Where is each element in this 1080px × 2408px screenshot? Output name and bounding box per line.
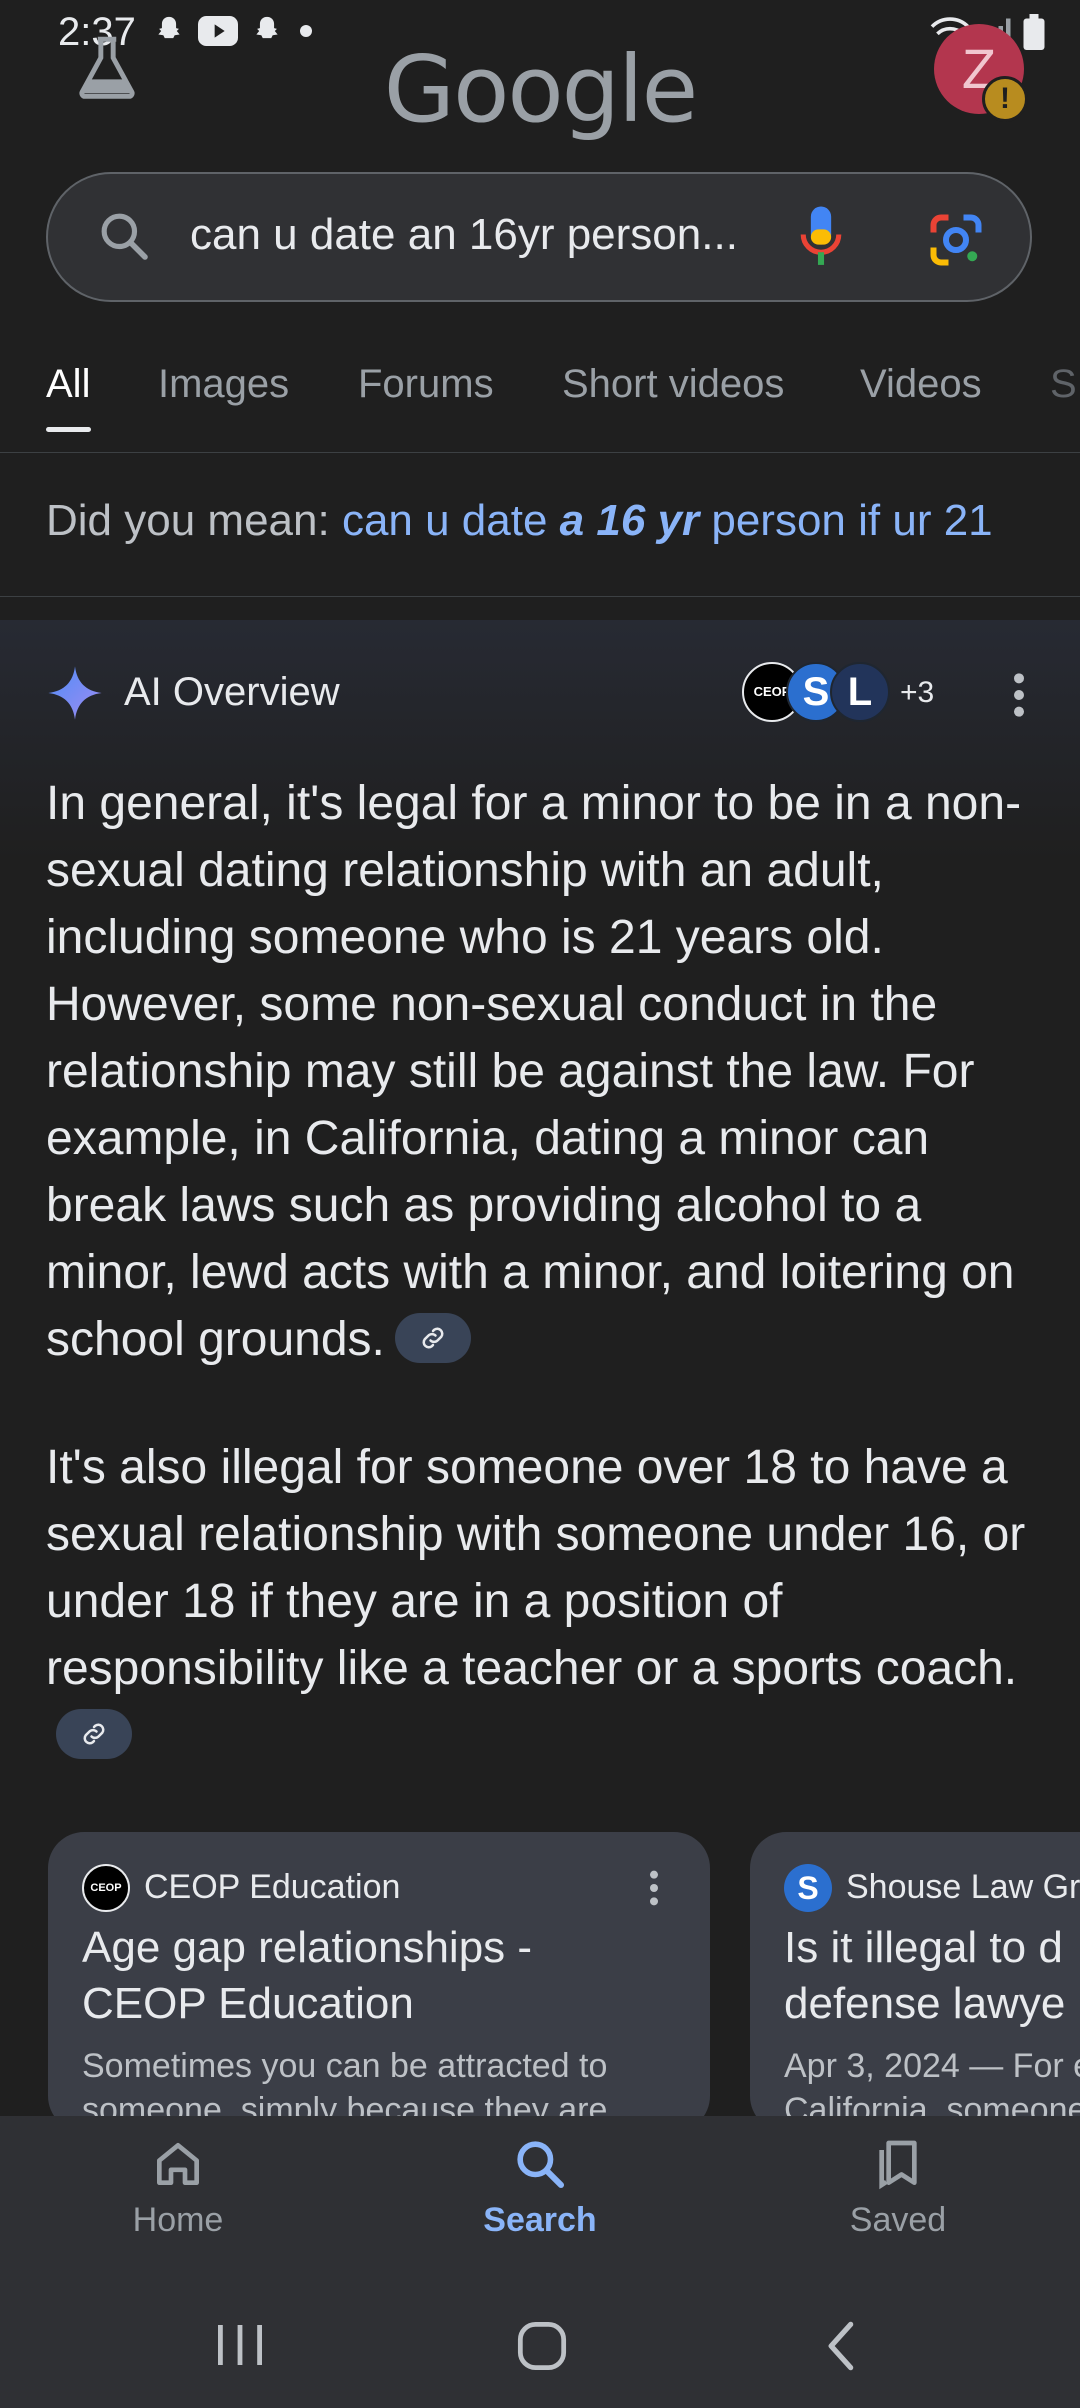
did-you-mean-prefix: Did you mean: xyxy=(46,496,342,545)
search-tabs: All Images Forums Short videos Videos S xyxy=(0,362,1080,453)
recent-apps-icon[interactable] xyxy=(214,2320,266,2375)
tab-videos[interactable]: Videos xyxy=(860,362,982,407)
tab-more[interactable]: S xyxy=(1050,362,1077,407)
nav-saved[interactable]: Saved xyxy=(798,2136,998,2240)
back-icon[interactable] xyxy=(822,2320,862,2377)
microphone-icon[interactable] xyxy=(794,204,848,275)
ai-sparkle-icon xyxy=(46,664,104,727)
card-source-name: Shouse Law Gro xyxy=(846,1868,1080,1906)
ai-overview-paragraph: In general, it's legal for a minor to be… xyxy=(46,777,1022,1366)
card-title: Is it illegal to d defense lawye xyxy=(784,1923,1066,2028)
nav-home[interactable]: Home xyxy=(78,2136,278,2240)
card-source-name: CEOP Education xyxy=(144,1868,401,1906)
google-logo[interactable]: Google xyxy=(0,36,1080,143)
search-input[interactable]: can u date an 16yr person... xyxy=(190,210,738,260)
tab-images[interactable]: Images xyxy=(158,362,289,407)
card-more-icon[interactable] xyxy=(644,1868,664,1913)
google-lens-icon[interactable] xyxy=(926,210,986,275)
source-card[interactable]: S Shouse Law Gro Is it illegal to d defen… xyxy=(750,1832,1080,2132)
tab-all[interactable]: All xyxy=(46,362,90,407)
citation-link-icon[interactable] xyxy=(56,1709,132,1760)
card-source-logo: CEOP xyxy=(82,1864,130,1912)
more-options-icon[interactable] xyxy=(1004,670,1034,725)
did-you-mean-link[interactable]: can u date a 16 yr person if ur 21 xyxy=(342,496,993,545)
nav-home-label: Home xyxy=(132,2201,224,2239)
divider xyxy=(0,596,1080,597)
nav-saved-label: Saved xyxy=(849,2201,947,2239)
tab-short-videos[interactable]: Short videos xyxy=(562,362,784,407)
ai-sources[interactable]: CEOP S L xyxy=(742,662,892,726)
saved-icon xyxy=(879,2140,917,2190)
nav-search[interactable]: Search xyxy=(440,2136,640,2240)
source-logo-l: L xyxy=(830,662,890,722)
search-icon xyxy=(517,2141,565,2189)
ai-overview-title: AI Overview xyxy=(124,670,340,714)
active-tab-indicator xyxy=(46,427,91,432)
account-warning-badge: ! xyxy=(982,76,1028,122)
search-icon xyxy=(96,208,152,269)
home-button-icon[interactable] xyxy=(516,2320,568,2377)
card-source-logo: S xyxy=(784,1864,832,1912)
ai-overview-paragraph: It's also illegal for someone over 18 to… xyxy=(46,1434,1046,1769)
citation-link-icon[interactable] xyxy=(394,1313,471,1364)
ai-source-count[interactable]: +3 xyxy=(900,676,934,710)
card-title: Age gap relationships - CEOP Education xyxy=(82,1923,533,2028)
home-icon xyxy=(157,2143,200,2185)
tab-forums[interactable]: Forums xyxy=(358,362,494,407)
source-card[interactable]: CEOP CEOP Education Age gap relationship… xyxy=(48,1832,710,2132)
nav-search-label: Search xyxy=(483,2201,597,2239)
did-you-mean: Did you mean: can u date a 16 yr person … xyxy=(46,496,993,546)
